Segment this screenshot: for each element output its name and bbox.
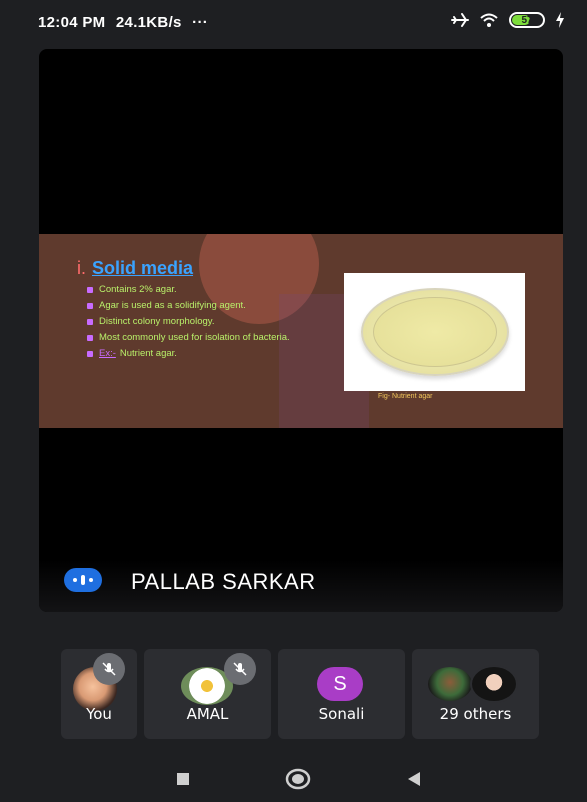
mic-off-icon xyxy=(93,653,125,685)
more-notifications: ··· xyxy=(192,14,209,31)
example-value: Nutrient agar. xyxy=(119,348,177,359)
back-button[interactable] xyxy=(406,771,422,792)
slide-title: i. Solid media xyxy=(77,258,193,279)
speaking-indicator-icon xyxy=(64,568,102,592)
bullet-item: Contains 2% agar. xyxy=(87,284,327,296)
home-button[interactable] xyxy=(285,767,311,796)
battery-level: 57 xyxy=(521,14,533,26)
status-time: 12:04 PM xyxy=(38,14,106,31)
status-icons: 57 xyxy=(451,12,565,28)
avatar xyxy=(470,665,518,703)
participant-label: 29 others xyxy=(439,705,512,723)
participant-tile-others[interactable]: 29 others xyxy=(412,649,539,739)
bullet-item-example: Ex:- Nutrient agar. xyxy=(87,348,327,360)
recents-button[interactable] xyxy=(176,772,190,791)
figure-caption: Fig- Nutrient agar xyxy=(378,393,433,400)
presenter-video-tile[interactable]: i. Solid media Contains 2% agar. Agar is … xyxy=(39,49,563,612)
participant-label: Sonali xyxy=(318,705,365,723)
network-speed: 24.1KB/s xyxy=(115,14,182,31)
participant-tile-amal[interactable]: AMAL xyxy=(144,649,271,739)
slide-heading: Solid media xyxy=(92,258,194,278)
status-bar: 12:04 PM 24.1KB/s ··· 57 xyxy=(0,0,587,40)
circle-icon xyxy=(285,768,311,790)
bullet-item: Most commonly used for isolation of bact… xyxy=(87,332,327,344)
example-label: Ex:- xyxy=(99,348,116,359)
wifi-icon xyxy=(480,13,498,27)
bullet-item: Agar is used as a solidifying agent. xyxy=(87,300,327,312)
slide-bullets: Contains 2% agar. Agar is used as a soli… xyxy=(87,284,327,364)
speaker-name: PALLAB SARKAR xyxy=(131,569,316,594)
avatar-initial: S xyxy=(333,672,347,695)
back-triangle-icon xyxy=(408,772,420,786)
mic-off-icon xyxy=(224,653,256,685)
square-icon xyxy=(177,773,189,785)
participant-label: AMAL xyxy=(186,705,229,723)
slide-number: i. xyxy=(77,258,86,278)
petri-dish-image xyxy=(360,288,509,376)
participant-tile-sonali[interactable]: S Sonali xyxy=(278,649,405,739)
shared-slide: i. Solid media Contains 2% agar. Agar is … xyxy=(39,234,563,428)
participant-label: You xyxy=(86,705,112,723)
participant-tile-you[interactable]: You xyxy=(61,649,137,739)
bullet-item: Distinct colony morphology. xyxy=(87,316,327,328)
avatar: S xyxy=(317,667,363,701)
status-left: 12:04 PM 24.1KB/s ··· xyxy=(38,14,214,31)
avatar xyxy=(428,667,472,701)
battery-icon: 57 xyxy=(509,12,545,28)
nutrient-agar-figure xyxy=(344,273,525,391)
charging-icon xyxy=(556,12,564,28)
system-nav-bar xyxy=(0,755,587,802)
airplane-mode-icon xyxy=(451,13,469,27)
